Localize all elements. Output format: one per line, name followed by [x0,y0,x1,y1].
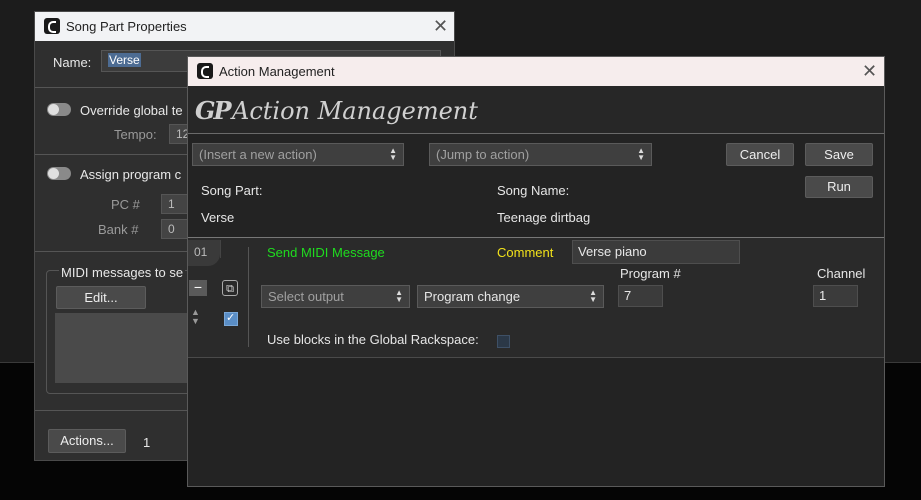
midi-messages-list[interactable] [55,313,205,383]
pc-label: PC # [111,197,140,212]
dropdown-arrows-icon: ▲ ▼ [589,288,597,304]
actions-button[interactable]: Actions... [48,429,126,453]
select-output-dropdown[interactable]: Select output ▲ ▼ [261,285,410,308]
global-blocks-label: Use blocks in the Global Rackspace: [267,332,479,347]
close-icon[interactable]: ✕ [862,61,877,82]
dropdown-arrows-icon: ▲ ▼ [395,288,403,304]
insert-action-dropdown-value: (Insert a new action) [199,147,317,162]
program-number-label: Program # [620,266,681,281]
song-part-value: Verse [201,210,235,225]
name-label: Name: [53,55,92,70]
action-row-divider [248,247,249,347]
program-number-input[interactable]: 7 [618,285,663,307]
close-icon[interactable]: ✕ [433,16,448,37]
jump-to-action-dropdown[interactable]: (Jump to action) ▲ ▼ [429,143,652,166]
message-type-dropdown-value: Program change [424,289,521,304]
action-enabled-checkbox[interactable] [224,311,238,326]
song-name-label: Song Name: [497,183,570,198]
message-type-dropdown[interactable]: Program change ▲ ▼ [417,285,604,308]
cancel-button[interactable]: Cancel [726,143,794,166]
comment-input[interactable]: Verse piano [572,240,740,264]
app-logo-icon [197,63,213,79]
dropdown-arrows-icon: ▲ ▼ [637,146,645,162]
window-title: Song Part Properties [66,19,187,34]
title-bar[interactable]: Song Part Properties ✕ [35,12,454,41]
run-button[interactable]: Run [805,176,873,198]
app-logo-icon [44,18,60,34]
dropdown-arrows-icon: ▲ ▼ [389,146,397,162]
assign-program-toggle[interactable] [47,167,71,180]
action-index-badge: 01 [188,240,220,266]
insert-action-dropdown[interactable]: (Insert a new action) ▲ ▼ [192,143,404,166]
gp-logo: GP [195,96,232,125]
badge-divider [220,240,221,258]
window-title: Action Management [219,64,335,79]
override-tempo-label: Override global te [80,103,183,118]
tempo-label: Tempo: [114,127,157,142]
jump-to-action-dropdown-value: (Jump to action) [436,147,530,162]
delete-action-button[interactable]: − [189,280,207,296]
channel-input[interactable]: 1 [813,285,858,307]
banner: GP Action Management [188,86,884,133]
override-tempo-toggle[interactable] [47,103,71,116]
bank-label: Bank # [98,222,139,237]
banner-title: Action Management [232,97,478,125]
title-bar[interactable]: Action Management ✕ [188,57,884,86]
comment-label: Comment [497,245,554,260]
action-management-window: Action Management ✕ GP Action Management… [187,56,885,487]
duplicate-action-icon[interactable]: ⧉ [222,280,238,296]
song-name-value: Teenage dirtbag [497,210,591,225]
edit-button[interactable]: Edit... [56,286,146,309]
save-button[interactable]: Save [805,143,873,166]
midi-messages-label: MIDI messages to se [59,265,186,280]
assign-program-label: Assign program c [80,167,182,182]
song-part-label: Song Part: [201,183,263,198]
global-blocks-checkbox[interactable] [497,335,510,348]
select-output-dropdown-value: Select output [268,289,344,304]
actions-bottom-divider [188,357,884,358]
name-field-value: Verse [108,53,141,67]
action-type-label: Send MIDI Message [267,245,385,260]
channel-label: Channel [817,266,866,281]
actions-count: 1 [143,435,151,450]
reorder-arrows-icon[interactable]: ▲ ▼ [191,308,200,326]
banner-divider [188,133,884,134]
